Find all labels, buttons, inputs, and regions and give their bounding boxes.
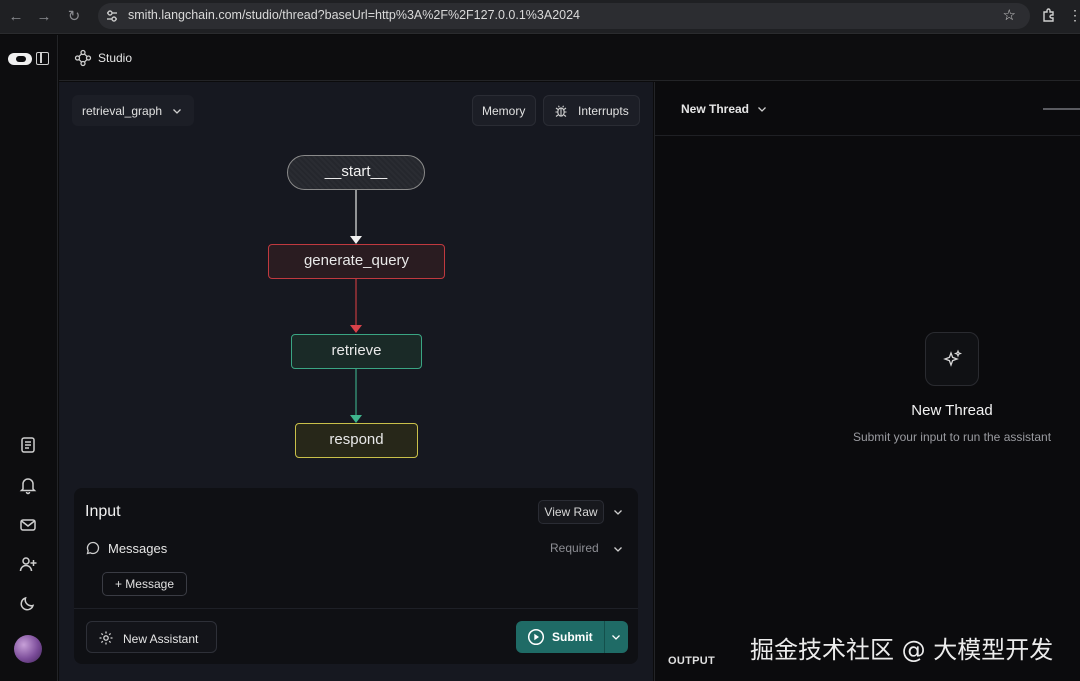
node-retrieve[interactable]: retrieve [291,334,422,369]
thread-selector[interactable]: New Thread [681,102,749,116]
chevron-down-icon[interactable] [611,632,621,642]
messages-label: Messages [108,541,168,556]
message-bubble-icon [86,541,100,555]
empty-state-title: New Thread [911,402,993,419]
reload-icon[interactable]: ↻ [64,7,84,27]
node-respond[interactable]: respond [295,423,418,458]
add-user-icon[interactable] [18,554,38,574]
graph-studio-icon [74,49,92,67]
sparkle-icon [943,349,963,367]
node-retrieve-label: retrieve [331,342,382,359]
submit-label: Submit [552,630,593,644]
dark-mode-icon[interactable] [18,593,38,613]
address-bar[interactable]: smith.langchain.com/studio/thread?baseUr… [98,3,1030,29]
extensions-icon[interactable] [1040,7,1058,25]
node-start[interactable]: __start__ [287,155,425,190]
submit-divider [604,621,605,653]
docs-icon[interactable] [18,435,38,455]
edge-start-generate-arrow [350,236,362,244]
graph-panel: retrieval_graph Memory Interrupts __star… [59,82,653,681]
edge-generate-retrieve-arrow [350,325,362,333]
submit-button[interactable]: Submit [516,621,628,653]
empty-state-icon-box [925,332,979,386]
new-assistant-button[interactable]: New Assistant [86,621,217,653]
url-text: smith.langchain.com/studio/thread?baseUr… [128,8,581,22]
node-generate-query[interactable]: generate_query [268,244,445,279]
thread-panel: New Thread New Thread Submit your input … [654,82,1080,681]
new-assistant-label: New Assistant [123,632,199,646]
thread-header: New Thread [655,82,1080,136]
forward-icon[interactable]: → [34,7,54,27]
site-settings-icon[interactable] [104,8,120,24]
input-title: Input [85,503,121,520]
watermark-text: 掘金技术社区 @ 大模型开发 [750,636,1054,664]
avatar[interactable] [14,635,42,663]
edge-retrieve-respond-arrow [350,415,362,423]
add-message-label: + Message [114,577,175,591]
studio-title: Studio [98,51,133,65]
icon-rail [0,35,58,681]
chevron-down-icon[interactable] [613,544,623,554]
view-raw-label: View Raw [544,505,598,519]
panel-resize-handle[interactable] [1043,108,1080,110]
input-card-footer: New Assistant Submit [74,608,638,664]
play-circle-icon [527,628,545,646]
menu-kebab-icon[interactable]: ⋮ [1068,6,1080,24]
chevron-down-icon[interactable] [613,507,623,517]
notifications-icon[interactable] [18,475,38,495]
bookmark-star-icon[interactable]: ☆ [1003,6,1016,24]
sidebar-toggle-icon[interactable] [36,52,49,65]
browser-toolbar: ← → ↻ smith.langchain.com/studio/thread?… [0,0,1080,34]
view-raw-button[interactable]: View Raw [538,500,604,524]
mail-icon[interactable] [18,515,38,535]
langsmith-logo-icon[interactable] [8,53,32,65]
output-label: OUTPUT [668,655,716,667]
node-start-label: __start__ [324,163,388,180]
node-respond-label: respond [329,431,384,448]
add-message-button[interactable]: + Message [102,572,187,596]
graph-edges [350,189,362,423]
chevron-down-icon[interactable] [757,104,767,114]
back-icon[interactable]: ← [6,7,26,27]
empty-state-subtitle: Submit your input to run the assistant [852,430,1052,444]
node-generate-query-label: generate_query [303,252,410,269]
input-card: Input View Raw Messages Required + Messa… [74,488,638,664]
required-label: Required [550,541,599,555]
gear-icon [99,631,113,645]
studio-header: Studio [59,35,1080,81]
